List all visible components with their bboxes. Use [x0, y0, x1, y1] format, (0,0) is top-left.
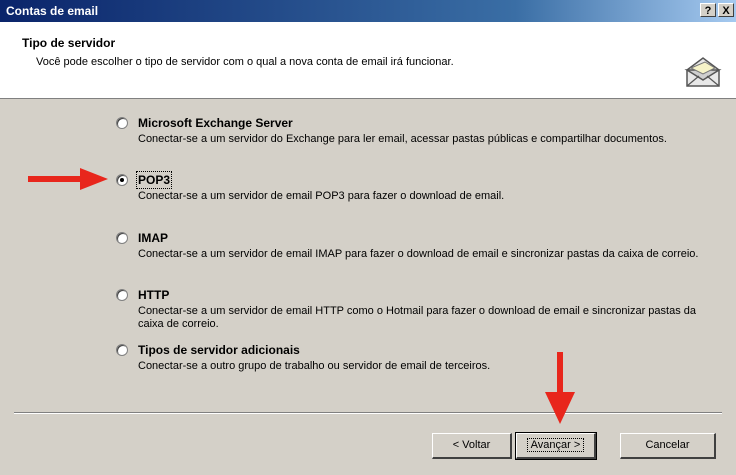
radio-imap[interactable] — [116, 232, 128, 244]
option-exchange-label[interactable]: Microsoft Exchange Server — [138, 116, 293, 130]
option-imap-description: Conectar-se a um servidor de email IMAP … — [138, 248, 699, 260]
help-button[interactable]: ? — [700, 3, 716, 17]
next-button-label: Avançar > — [526, 438, 585, 452]
title-bar: Contas de email ? X — [0, 0, 736, 22]
annotation-arrow-right-icon — [28, 168, 108, 190]
button-separator — [14, 412, 722, 414]
annotation-arrow-down-icon — [545, 352, 575, 424]
window-title: Contas de email — [6, 4, 99, 18]
radio-pop3[interactable] — [116, 174, 128, 186]
header-title: Tipo de servidor — [22, 36, 116, 50]
option-exchange-description: Conectar-se a um servidor do Exchange pa… — [138, 133, 667, 145]
back-button-label: < Voltar — [452, 439, 491, 451]
email-accounts-dialog: Contas de email ? X Tipo de servidor Voc… — [0, 0, 736, 475]
header-subtitle: Você pode escolher o tipo de servidor co… — [36, 56, 454, 68]
close-button[interactable]: X — [718, 3, 734, 17]
envelope-icon — [684, 57, 722, 87]
option-additional-label[interactable]: Tipos de servidor adicionais — [138, 343, 300, 357]
option-http-description: Conectar-se a um servidor de email HTTP … — [138, 305, 696, 330]
option-additional-description: Conectar-se a outro grupo de trabalho ou… — [138, 360, 491, 372]
cancel-button[interactable]: Cancelar — [620, 433, 716, 459]
radio-exchange[interactable] — [116, 117, 128, 129]
cancel-button-label: Cancelar — [645, 439, 690, 451]
option-imap-label[interactable]: IMAP — [138, 231, 168, 245]
back-button[interactable]: < Voltar — [432, 433, 512, 459]
radio-http[interactable] — [116, 289, 128, 301]
radio-additional[interactable] — [116, 344, 128, 356]
wizard-header: Tipo de servidor Você pode escolher o ti… — [0, 22, 736, 99]
option-http-label[interactable]: HTTP — [138, 288, 169, 302]
option-pop3-label[interactable]: POP3 — [135, 171, 173, 189]
option-pop3-description: Conectar-se a um servidor de email POP3 … — [138, 190, 505, 202]
next-button[interactable]: Avançar > — [515, 432, 597, 460]
